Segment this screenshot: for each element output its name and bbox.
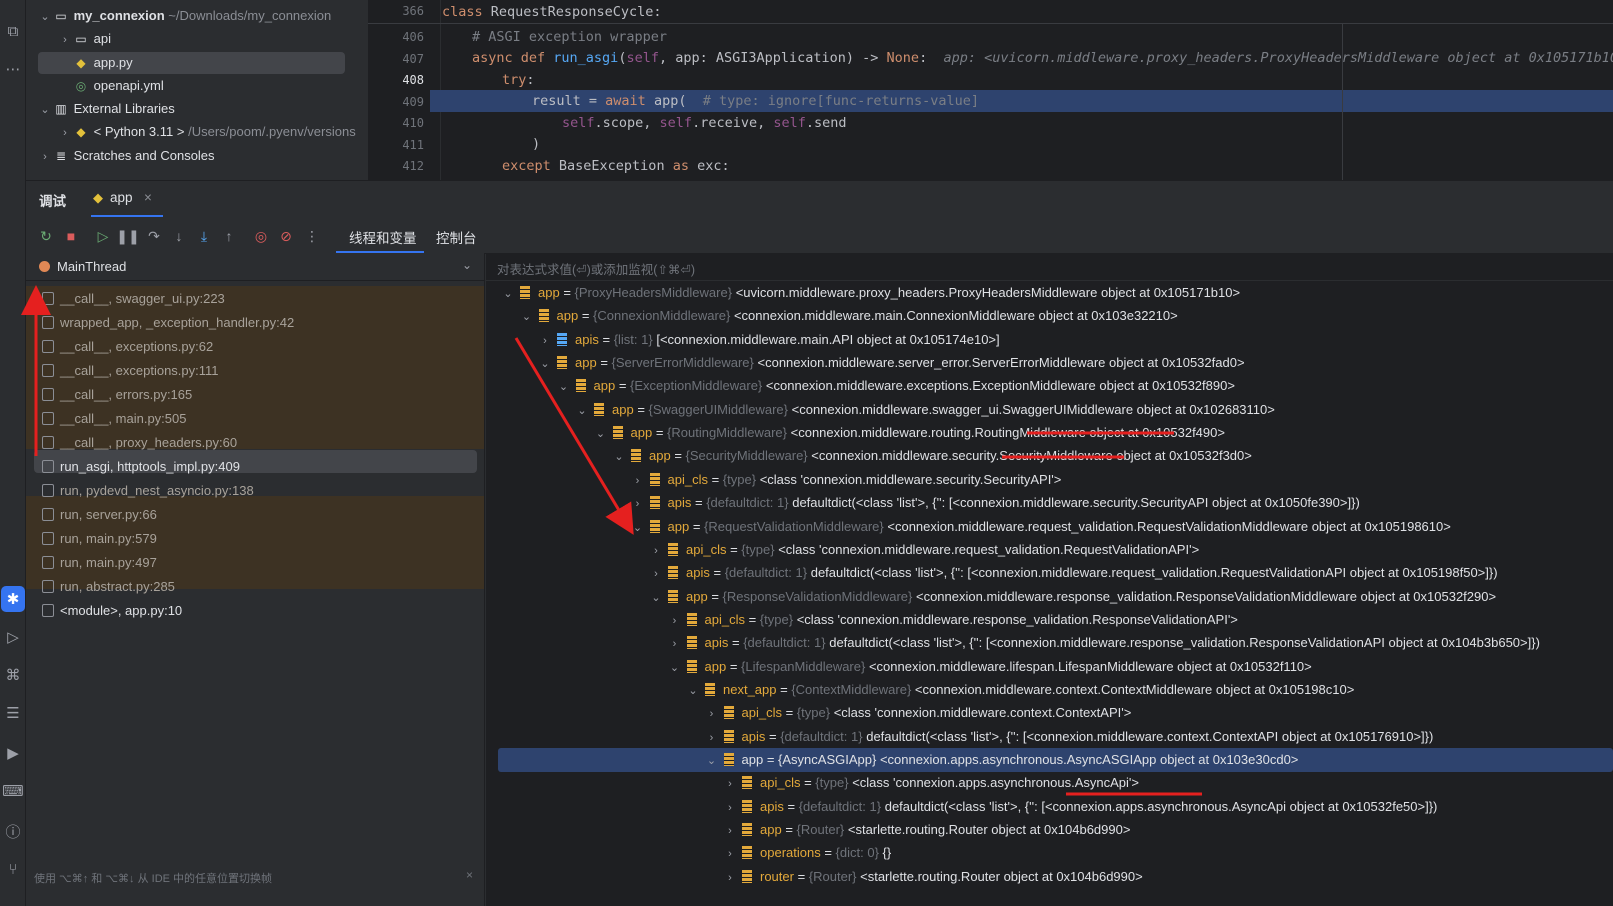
annotation-overlay <box>21 285 1202 796</box>
annotation-arrow-down <box>514 337 634 535</box>
